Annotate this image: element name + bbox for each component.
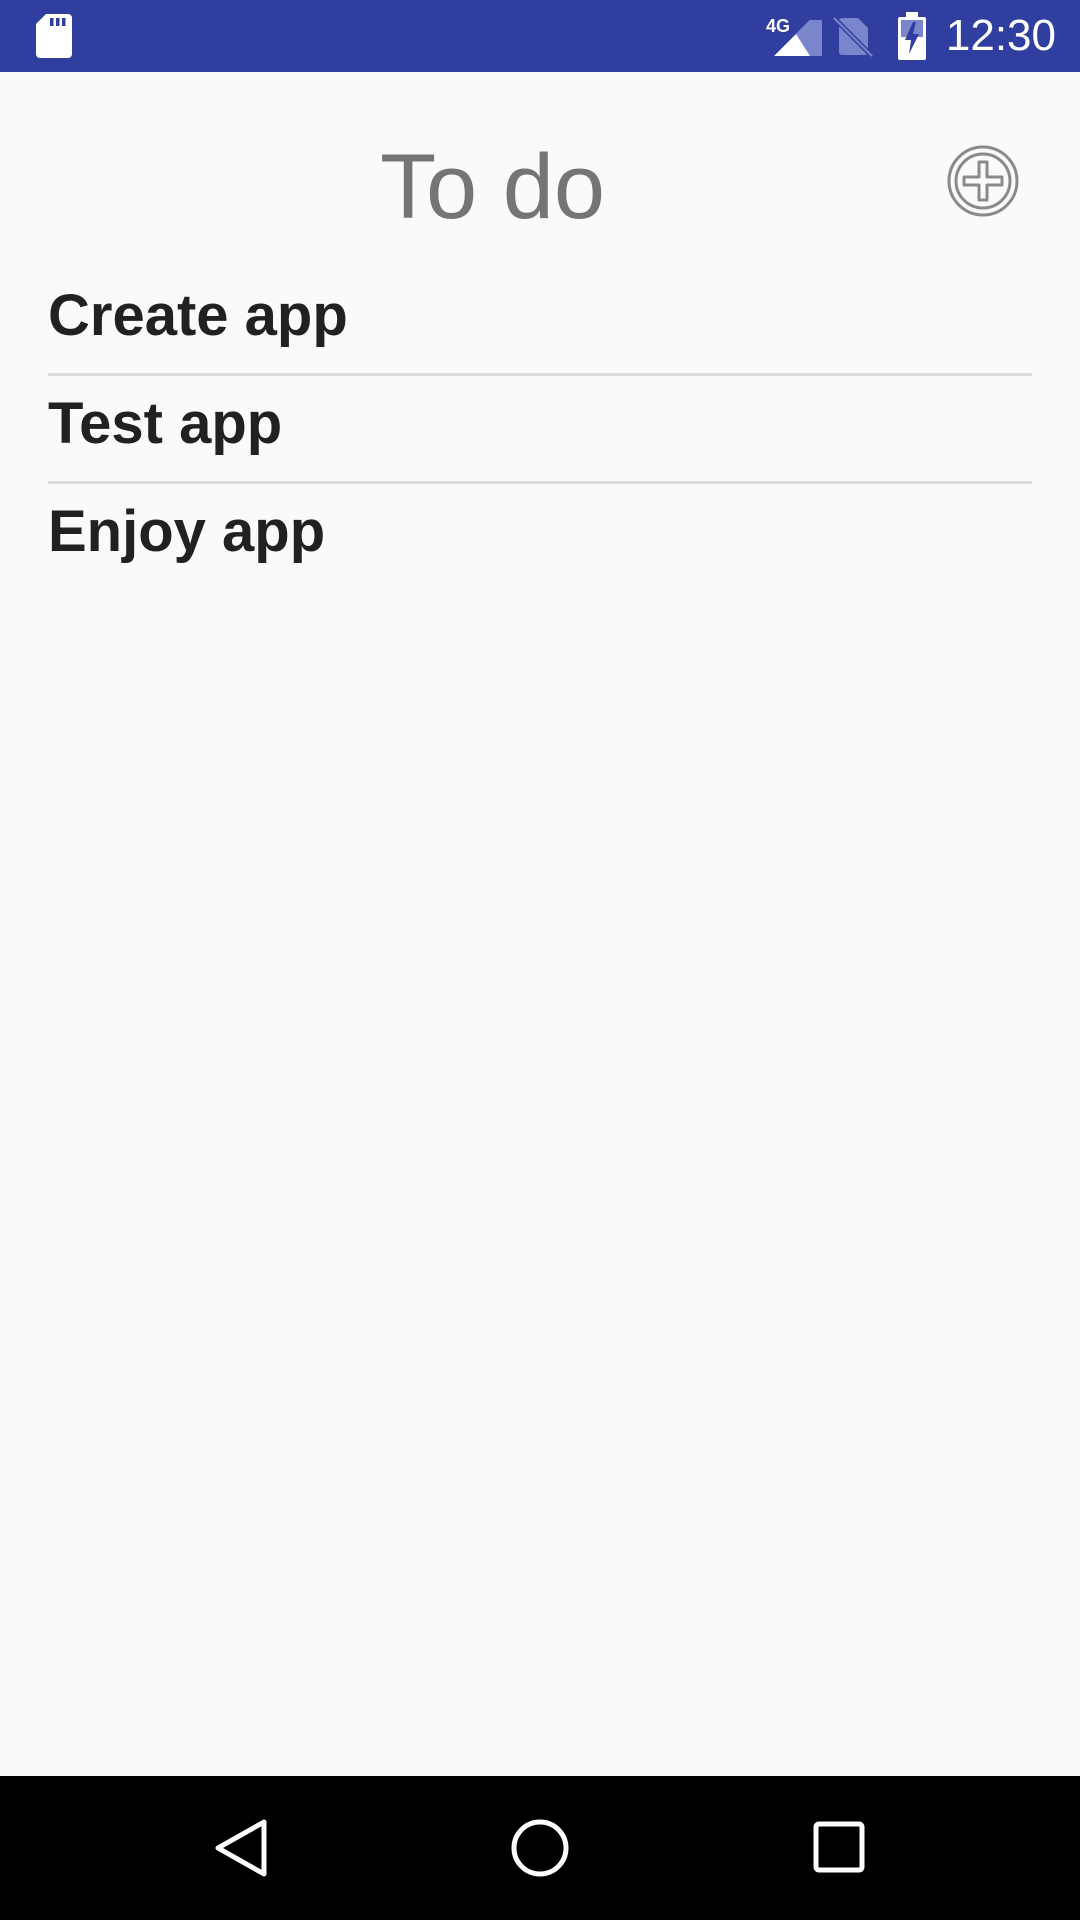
add-todo-button[interactable] <box>946 144 1020 218</box>
screen: 4G 12:30 To do Create app Test app Enjoy… <box>0 0 1080 1920</box>
navigation-bar <box>0 1776 1080 1920</box>
home-icon <box>511 1819 569 1877</box>
todo-item[interactable]: Test app <box>48 376 1032 484</box>
todo-item-label: Create app <box>48 283 348 348</box>
todo-item-label: Test app <box>48 391 283 456</box>
network-type-label: 4G <box>766 16 790 36</box>
status-bar: 4G 12:30 <box>0 0 1080 72</box>
home-button[interactable] <box>504 1812 576 1884</box>
todo-item[interactable]: Enjoy app <box>48 484 1032 592</box>
signal-icon: 4G <box>766 16 822 56</box>
todo-item-label: Enjoy app <box>48 499 326 564</box>
back-icon <box>215 1819 267 1877</box>
header: To do <box>0 72 1080 252</box>
no-sim-icon <box>832 16 874 58</box>
status-clock: 12:30 <box>945 11 1056 60</box>
sd-card-icon <box>36 14 72 58</box>
todo-list: Create app Test app Enjoy app <box>48 268 1032 592</box>
recents-button[interactable] <box>804 1812 876 1884</box>
battery-charging-icon <box>898 12 926 60</box>
todo-item[interactable]: Create app <box>48 268 1032 376</box>
back-button[interactable] <box>204 1812 276 1884</box>
add-circle-icon <box>947 145 1019 217</box>
recents-icon <box>813 1821 865 1873</box>
page-title: To do <box>379 136 606 238</box>
